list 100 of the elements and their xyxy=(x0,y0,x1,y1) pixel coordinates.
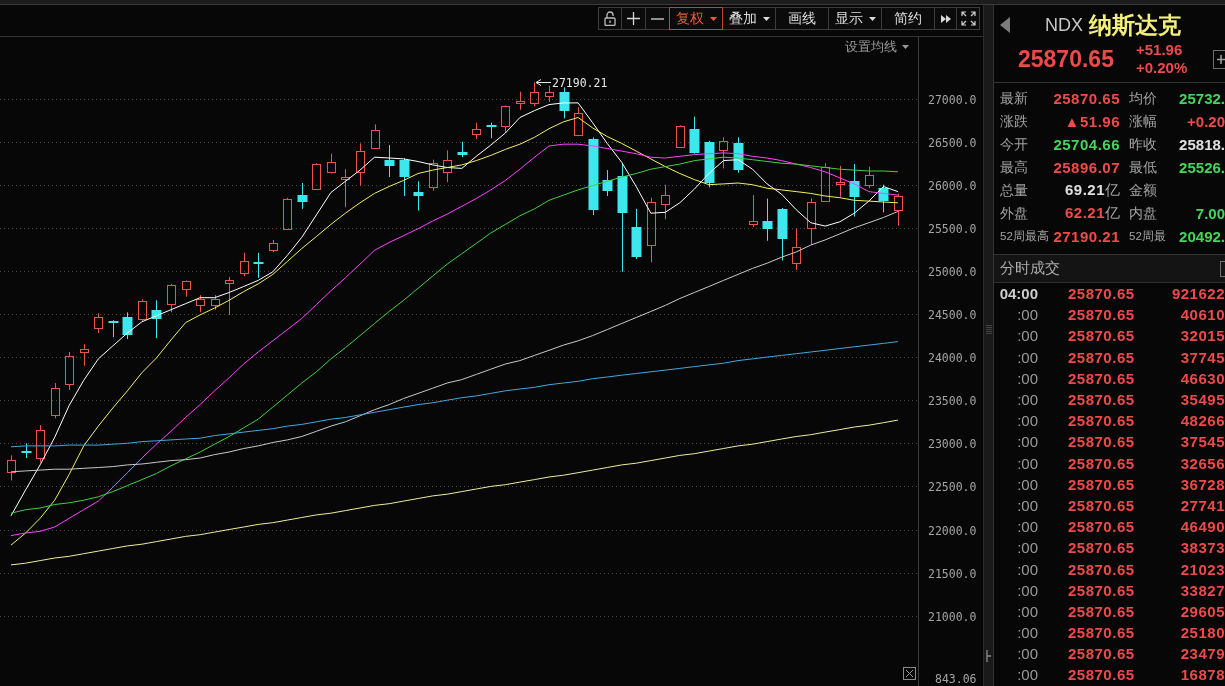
toolbar-button[interactable]: 复权 xyxy=(669,7,723,30)
candle xyxy=(849,163,860,218)
quote-value: 69.21 xyxy=(1064,181,1105,198)
trade-price: 25870.65 xyxy=(1068,454,1135,472)
trade-price: 25870.65 xyxy=(1068,475,1135,493)
trade-price: 25870.65 xyxy=(1068,306,1135,324)
quote-label: 外盘 xyxy=(1000,204,1028,223)
quote-value: 25818. xyxy=(1179,136,1225,153)
candle xyxy=(297,182,308,210)
trade-volume: 32656 xyxy=(1180,454,1225,472)
quote-value: 25896.07 xyxy=(1053,159,1120,176)
candle xyxy=(559,86,570,119)
candle xyxy=(516,91,525,111)
lock-button[interactable] xyxy=(598,7,622,30)
ma-settings-button[interactable]: 设置均线 xyxy=(843,39,911,55)
plus-icon[interactable] xyxy=(1213,49,1225,69)
price-change: +51.96 xyxy=(1135,41,1184,59)
left-arrow-icon[interactable] xyxy=(1000,17,1010,33)
trade-time: :00 xyxy=(1016,475,1038,493)
trade-volume: 27741 xyxy=(1180,496,1225,514)
candle xyxy=(602,169,613,197)
quote-value: 7.00 xyxy=(1195,205,1225,222)
trade-volume: 38373 xyxy=(1180,539,1225,557)
candle xyxy=(51,382,60,419)
trade-price: 25870.65 xyxy=(1068,433,1135,451)
trade-time: :00 xyxy=(1016,496,1038,514)
candle xyxy=(545,85,554,103)
trade-volume: 40610 xyxy=(1180,306,1225,324)
quote-value: 27190.21 xyxy=(1053,228,1120,245)
trade-price: 25870.65 xyxy=(1068,539,1135,557)
candle xyxy=(574,106,583,137)
trade-volume: 33827 xyxy=(1180,581,1225,599)
quote-label: 最低 xyxy=(1129,158,1157,177)
trade-volume: 21023 xyxy=(1180,560,1225,578)
quote-value: 25870.65 xyxy=(1053,90,1120,107)
trade-price: 25870.65 xyxy=(1068,327,1135,345)
toolbar-button[interactable]: 显示 xyxy=(828,7,882,30)
trade-price: 25870.65 xyxy=(1068,666,1135,684)
candle xyxy=(878,184,889,213)
trade-time: :00 xyxy=(1016,327,1038,345)
candle xyxy=(749,194,758,228)
toolbar-button[interactable]: 画线 xyxy=(775,7,829,30)
percent-change: +0.20% xyxy=(1135,59,1188,77)
candle xyxy=(225,276,234,316)
candle xyxy=(836,165,845,198)
trade-time: :00 xyxy=(1016,645,1038,663)
candle xyxy=(151,299,162,339)
grip-icon[interactable] xyxy=(985,325,992,335)
trade-time: :00 xyxy=(1016,412,1038,430)
candle xyxy=(167,283,176,313)
trade-price: 25870.65 xyxy=(1068,602,1135,620)
trade-volume: 32015 xyxy=(1180,327,1225,345)
candle xyxy=(182,279,191,298)
candle xyxy=(341,168,350,208)
candle xyxy=(530,81,539,107)
fullscreen-icon xyxy=(960,11,976,26)
trade-time: :00 xyxy=(1016,539,1038,557)
candle xyxy=(733,136,744,174)
trade-price: 25870.65 xyxy=(1068,348,1135,366)
bracket-icon[interactable] xyxy=(985,650,992,662)
quote-label: 昨收 xyxy=(1129,135,1157,154)
toolbar-button[interactable]: 叠加 xyxy=(722,7,776,30)
trade-time: :00 xyxy=(1016,433,1038,451)
candle xyxy=(138,298,147,322)
quote-label: 总量 xyxy=(1000,181,1028,200)
trade-price: 25870.65 xyxy=(1068,391,1135,409)
trade-time: :00 xyxy=(1016,348,1038,366)
axis-label: 25500.0 xyxy=(928,221,977,236)
candle xyxy=(704,140,715,188)
trade-volume: 37745 xyxy=(1180,348,1225,366)
fullscreen-button[interactable] xyxy=(956,7,980,30)
candle xyxy=(689,116,700,155)
candle xyxy=(36,424,45,463)
zoom-out-button[interactable] xyxy=(645,7,670,30)
candle xyxy=(108,319,119,338)
trade-time: :00 xyxy=(1016,624,1038,642)
candle xyxy=(429,159,438,192)
forward-button[interactable] xyxy=(934,7,957,30)
candle xyxy=(269,239,278,253)
trade-price: 25870.65 xyxy=(1068,624,1135,642)
axis-label: 22000.0 xyxy=(928,523,977,538)
quote-value: 20492. xyxy=(1179,228,1225,245)
caret-icon xyxy=(902,45,909,49)
candle xyxy=(821,162,830,202)
axis-label: 21000.0 xyxy=(928,609,977,624)
quote-label: 52周最 xyxy=(1129,229,1166,244)
candle xyxy=(356,142,365,187)
plus-icon xyxy=(627,12,640,25)
candle xyxy=(631,208,642,260)
candle xyxy=(501,104,510,134)
trade-time: :00 xyxy=(1016,666,1038,684)
trade-price: 25870.65 xyxy=(1068,518,1135,536)
axis-label: 843.06 xyxy=(935,672,977,686)
quote-label: 最高 xyxy=(1000,158,1028,177)
zoom-in-button[interactable] xyxy=(621,7,646,30)
close-icon[interactable] xyxy=(903,667,916,680)
toolbar-button[interactable]: 简约 xyxy=(881,7,935,30)
quote-label: 最新 xyxy=(1000,89,1028,108)
quote-label: 涨幅 xyxy=(1129,112,1157,131)
quote-value: 25704.66 xyxy=(1053,136,1120,153)
